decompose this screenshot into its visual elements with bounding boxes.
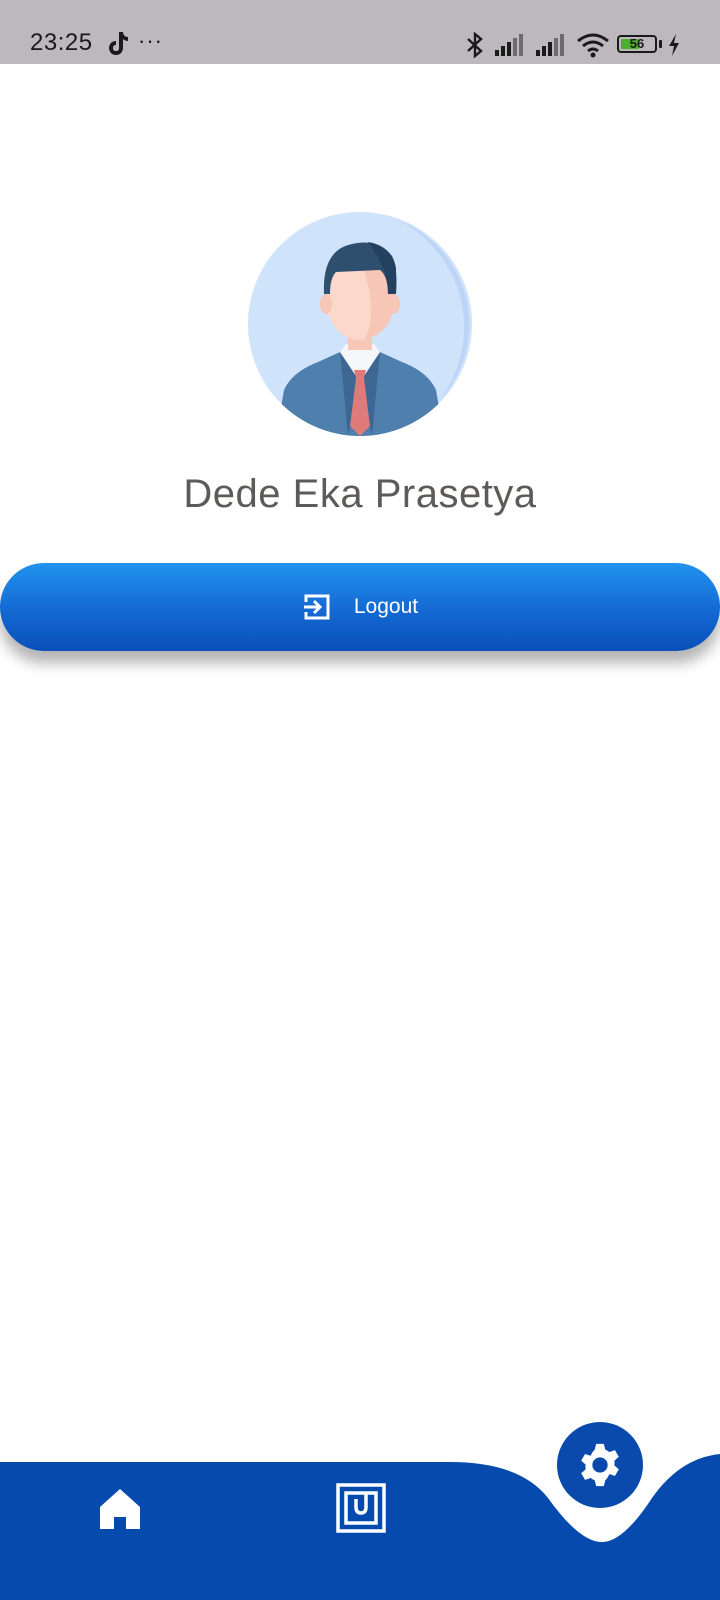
logout-icon bbox=[303, 594, 330, 620]
signal-icon bbox=[536, 34, 564, 56]
settings-button[interactable] bbox=[557, 1422, 643, 1508]
more-notifications-icon: ··· bbox=[138, 28, 163, 53]
logout-label: Logout bbox=[353, 595, 419, 618]
bottom-navigation bbox=[0, 1422, 720, 1600]
signal-icon bbox=[495, 34, 523, 56]
tiktok-icon bbox=[109, 32, 128, 55]
user-name: Dede Eka Prasetya bbox=[183, 472, 537, 516]
home-icon[interactable] bbox=[96, 1485, 144, 1533]
status-time: 23:25 bbox=[30, 29, 93, 56]
battery-level: 56 bbox=[629, 36, 645, 51]
wifi-icon bbox=[577, 33, 609, 58]
logout-button[interactable]: Logout bbox=[0, 563, 720, 651]
status-bar: 23:25 ··· 56 bbox=[0, 0, 720, 64]
battery-icon: 56 bbox=[617, 35, 657, 53]
nfc-card-icon[interactable] bbox=[336, 1483, 386, 1533]
battery-cap bbox=[659, 40, 662, 48]
bluetooth-icon bbox=[467, 32, 483, 58]
charging-icon bbox=[669, 34, 679, 56]
avatar bbox=[248, 212, 472, 436]
gear-icon bbox=[581, 1443, 619, 1487]
